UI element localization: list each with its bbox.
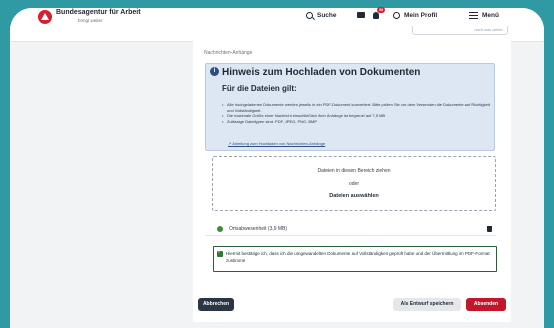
dropzone-or: oder xyxy=(348,181,359,187)
upload-guide-link-text: Anleitung zum Hochladen von Nachrichten-… xyxy=(232,141,326,146)
brand-subtitle: bringt weiter xyxy=(78,18,103,23)
dropzone-hint: Dateien in diesen Bereich ziehen xyxy=(317,168,391,174)
hamburger-icon xyxy=(469,12,478,19)
attachments-label: Nachrichten-Anhänge xyxy=(204,50,253,56)
mail-button[interactable] xyxy=(357,12,365,18)
menu-button[interactable]: Menü xyxy=(469,12,499,19)
search-icon xyxy=(306,12,313,19)
info-icon: i xyxy=(210,67,219,76)
bell-icon: 99 xyxy=(373,7,385,19)
agency-logo-icon[interactable] xyxy=(38,10,52,24)
send-button[interactable]: Absenden xyxy=(466,298,506,311)
info-item: Zulässige Dateitypen sind: PDF, JPEG, PN… xyxy=(222,119,490,125)
trash-icon[interactable] xyxy=(487,226,492,232)
notifications-button[interactable]: 99 xyxy=(373,7,385,19)
brand-title[interactable]: Bundesagentur für Arbeit xyxy=(56,9,141,16)
user-icon xyxy=(393,12,400,19)
info-title: Hinweis zum Hochladen von Dokumenten xyxy=(222,67,421,78)
confirm-checkbox[interactable] xyxy=(217,249,223,257)
previous-button[interactable]: nach was weiter xyxy=(412,26,508,35)
menu-label: Menü xyxy=(482,12,499,19)
info-item: Alle hochgeladenen Dokumente werden jewe… xyxy=(222,102,490,113)
info-subtitle: Für die Dateien gilt: xyxy=(222,84,297,93)
uploaded-file-name: Ortsabwesenheit (3,9 MB) xyxy=(229,226,288,232)
check-circle-icon xyxy=(217,226,223,232)
select-files-button[interactable]: Dateien auswählen xyxy=(212,193,496,199)
search-label: Suche xyxy=(317,12,337,19)
profile-label: Mein Profil xyxy=(404,12,438,19)
mail-icon xyxy=(357,12,365,18)
confirm-text[interactable]: Hiermit bestätige ich, dass ich die umge… xyxy=(226,250,492,264)
cancel-button[interactable]: Abbrechen xyxy=(198,298,234,311)
notification-badge: 99 xyxy=(377,7,385,13)
save-draft-button[interactable]: Als Entwurf speichern xyxy=(393,298,461,311)
search-button[interactable]: Suche xyxy=(306,12,337,19)
profile-button[interactable]: Mein Profil xyxy=(393,12,437,19)
info-list: Alle hochgeladenen Dokumente werden jewe… xyxy=(222,102,490,124)
upload-guide-link[interactable]: ↗ Anleitung zum Hochladen von Nachrichte… xyxy=(228,141,325,146)
